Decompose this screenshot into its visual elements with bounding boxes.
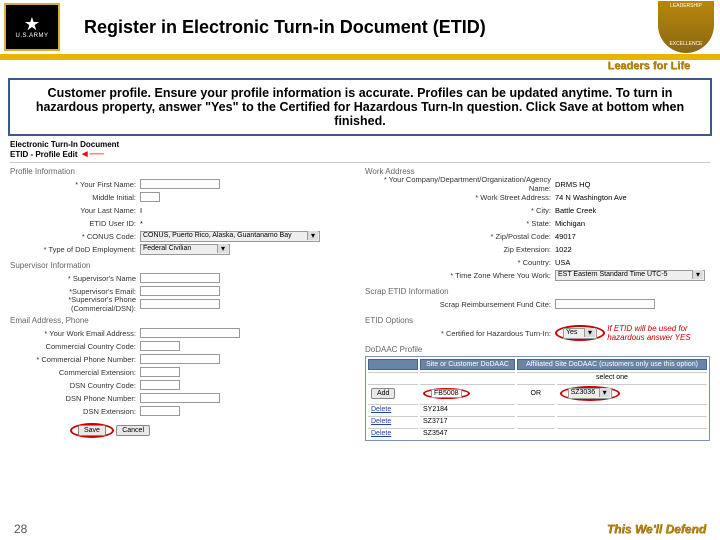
lbl-first: * Your First Name: <box>10 180 140 189</box>
lbl-street: * Work Street Address: <box>365 193 555 202</box>
select-affiliated[interactable]: SZ3036 <box>568 388 612 399</box>
section-scrap: Scrap ETID Information <box>365 287 710 296</box>
input-cext[interactable] <box>140 367 180 377</box>
lbl-dcc: DSN Country Code: <box>10 381 140 390</box>
form-screenshot: Electronic Turn-In Document ETID - Profi… <box>10 140 710 441</box>
table-row: DeleteSY2184 <box>368 404 707 414</box>
cert-note: If ETID will be used for hazardous answe… <box>607 324 710 342</box>
val-uid: * <box>140 219 143 228</box>
input-supemail[interactable] <box>140 286 220 296</box>
input-dext[interactable] <box>140 406 180 416</box>
lbl-uid: ETID User ID: <box>10 219 140 228</box>
lbl-city: * City: <box>365 206 555 215</box>
val-street: 74 N Washington Ave <box>555 193 627 202</box>
army-label: U.S.ARMY <box>15 33 48 39</box>
lbl-supname: * Supervisor's Name <box>10 274 140 283</box>
lbl-ccc: Commercial Country Code: <box>10 342 140 351</box>
leadership-crest <box>658 1 714 53</box>
input-email[interactable] <box>140 328 240 338</box>
val-last: I <box>140 206 142 215</box>
lbl-dext: DSN Extension: <box>10 407 140 416</box>
th-affil: Affiliated Site DoDAAC (customers only u… <box>517 359 707 370</box>
lbl-zip: * Zip/Postal Code: <box>365 232 555 241</box>
select-cert[interactable]: Yes <box>563 328 597 339</box>
lbl-org: * Your Company/Department/Organization/A… <box>365 175 555 193</box>
add-button[interactable]: Add <box>371 388 395 399</box>
lbl-cphone: * Commercial Phone Number: <box>10 355 140 364</box>
lbl-scrap: Scrap Reimbursement Fund Cite: <box>365 300 555 309</box>
input-ccc[interactable] <box>140 341 180 351</box>
section-profile: Profile Information <box>10 167 355 176</box>
val-zipext: 1022 <box>555 245 572 254</box>
lbl-zipext: Zip Extension: <box>365 245 555 254</box>
tagline-top: Leaders for Life <box>0 60 720 72</box>
th-site: Site or Customer DoDAAC <box>420 359 515 370</box>
footer-motto: This We'll Defend <box>607 522 706 536</box>
select-tz[interactable]: EST Eastern Standard Time UTC-5 <box>555 270 705 281</box>
doc-title-2: ETID - Profile Edit <box>10 150 78 159</box>
input-supphone[interactable] <box>140 299 220 309</box>
input-scrap[interactable] <box>555 299 655 309</box>
lbl-supphone: *Supervisor's Phone (Commercial/DSN): <box>10 295 140 313</box>
save-button[interactable]: Save <box>78 425 106 436</box>
input-cphone[interactable] <box>140 354 220 364</box>
section-supervisor: Supervisor Information <box>10 261 355 270</box>
lbl-conus: * CONUS Code: <box>10 232 140 241</box>
select-conus[interactable]: CONUS, Puerto Rico, Alaska, Guantanamo B… <box>140 231 320 242</box>
input-dphone[interactable] <box>140 393 220 403</box>
input-mi[interactable] <box>140 192 160 202</box>
select-employment[interactable]: Federal Civilian <box>140 244 230 255</box>
section-contact: Email Address, Phone <box>10 316 355 325</box>
lbl-emp: * Type of DoD Employment: <box>10 245 140 254</box>
select-one: select one <box>517 372 707 382</box>
instruction-box: Customer profile. Ensure your profile in… <box>8 78 712 136</box>
delete-link[interactable]: Delete <box>371 430 391 437</box>
val-zip: 49017 <box>555 232 576 241</box>
delete-link[interactable]: Delete <box>371 406 391 413</box>
lbl-dphone: DSN Phone Number: <box>10 394 140 403</box>
lbl-mi: Middle Initial: <box>10 193 140 202</box>
army-logo: ★ U.S.ARMY <box>4 3 60 51</box>
or-label: OR <box>517 384 555 402</box>
lbl-state: * State: <box>365 219 555 228</box>
arrow-icon: ◄── <box>80 149 104 160</box>
lbl-last: Your Last Name: <box>10 206 140 215</box>
input-first-name[interactable] <box>140 179 220 189</box>
page-number: 28 <box>14 522 27 536</box>
delete-link[interactable]: Delete <box>371 418 391 425</box>
cancel-button[interactable]: Cancel <box>116 425 150 436</box>
lbl-country: * Country: <box>365 258 555 267</box>
doc-title-1: Electronic Turn-In Document <box>10 140 710 149</box>
table-row: DeleteSZ3717 <box>368 416 707 426</box>
star-icon: ★ <box>24 15 40 33</box>
input-dcc[interactable] <box>140 380 180 390</box>
input-supname[interactable] <box>140 273 220 283</box>
section-dodaac: DoDAAC Profile <box>365 345 710 354</box>
table-row: Add FB5008 OR SZ3036 <box>368 384 707 402</box>
input-primary[interactable]: FB5008 <box>431 389 462 398</box>
lbl-cext: Commercial Extension: <box>10 368 140 377</box>
dodaac-table: Site or Customer DoDAACAffiliated Site D… <box>365 356 710 441</box>
val-state: Michigan <box>555 219 585 228</box>
val-country: USA <box>555 258 570 267</box>
val-city: Battle Creek <box>555 206 596 215</box>
lbl-cert: * Certified for Hazardous Turn-In: <box>365 329 555 338</box>
lbl-tz: * Time Zone Where You Work: <box>365 271 555 280</box>
table-row: DeleteSZ3547 <box>368 428 707 438</box>
val-org: DRMS HQ <box>555 180 590 189</box>
lbl-email: * Your Work Email Address: <box>10 329 140 338</box>
page-title: Register in Electronic Turn-in Document … <box>84 17 658 38</box>
